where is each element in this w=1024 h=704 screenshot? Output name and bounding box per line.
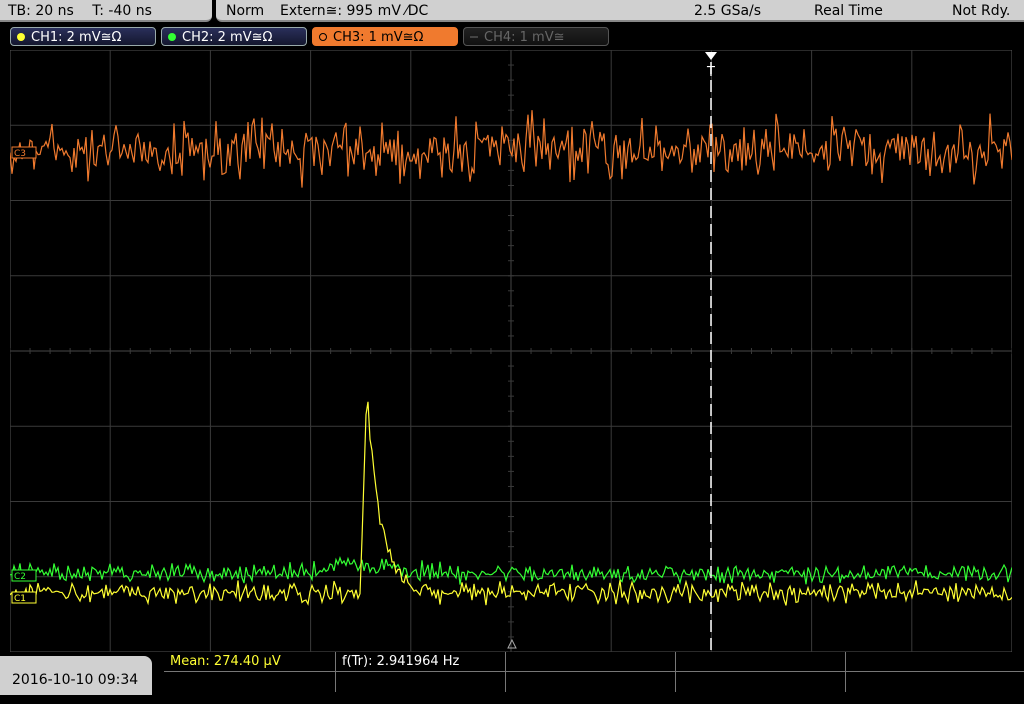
trigger-marker-label: T: [706, 65, 715, 80]
measurement-slot-9[interactable]: [676, 672, 846, 692]
measurement-slot-8[interactable]: [506, 672, 676, 692]
acquisition-mode-label[interactable]: Real Time: [814, 0, 883, 22]
ch2-offset-label: C2: [14, 572, 26, 582]
measurement-slot-10[interactable]: [846, 672, 1024, 692]
tab-ch4[interactable]: CH4: 1 mV≅: [463, 27, 609, 46]
waveform-canvas[interactable]: T C3 C2 C1: [10, 50, 1012, 652]
measurement-panel[interactable]: Mean: 274.40 µV f(Tr): 2.941964 Hz: [164, 652, 1024, 695]
run-status-label: Not Rdy.: [952, 3, 1011, 19]
trigger-mode-label[interactable]: Norm: [226, 0, 264, 22]
sample-rate-label[interactable]: 2.5 GSa/s: [694, 0, 761, 22]
ch4-indicator-icon: [470, 36, 478, 38]
tab-ch3-label: CH3: 1 mV≅Ω: [333, 30, 424, 45]
timebase-label[interactable]: TB: 20 ns: [8, 3, 74, 19]
datetime-panel: 2016-10-10 09:34: [0, 656, 152, 695]
tab-ch2-label: CH2: 2 mV≅Ω: [182, 30, 273, 45]
ch2-indicator-icon: [168, 33, 176, 41]
measurement-slot-5[interactable]: [846, 652, 1024, 672]
measurement-frequency[interactable]: f(Tr): 2.941964 Hz: [336, 652, 506, 672]
measurement-mean[interactable]: Mean: 274.40 µV: [164, 652, 336, 672]
measurement-slot-7[interactable]: [336, 672, 506, 692]
measurement-slot-3[interactable]: [506, 652, 676, 672]
waveform-display[interactable]: T C3 C2 C1: [10, 50, 1012, 652]
ch3-indicator-icon: [319, 33, 327, 41]
ch1-indicator-icon: [17, 33, 25, 41]
measurement-slot-6[interactable]: [164, 672, 336, 692]
acquisition-panel: Norm Extern≅: 995 mV ⁄DC 2.5 GSa/s Real …: [216, 0, 1024, 22]
measurement-slot-4[interactable]: [676, 652, 846, 672]
ch3-offset-label: C3: [14, 149, 26, 159]
tab-ch1[interactable]: CH1: 2 mV≅Ω: [10, 27, 156, 46]
tab-ch2[interactable]: CH2: 2 mV≅Ω: [161, 27, 307, 46]
trigger-source-label[interactable]: Extern≅: 995 mV ⁄DC: [280, 0, 428, 22]
channel-tabs: CH1: 2 mV≅Ω CH2: 2 mV≅Ω CH3: 1 mV≅Ω CH4:…: [0, 26, 1024, 48]
ch1-offset-label: C1: [14, 594, 26, 604]
status-bar: TB: 20 ns T: -40 ns Norm Extern≅: 995 mV…: [0, 0, 1024, 24]
trigger-time-label[interactable]: T: -40 ns: [92, 3, 152, 19]
tab-ch3[interactable]: CH3: 1 mV≅Ω: [312, 27, 458, 46]
timebase-panel[interactable]: TB: 20 ns T: -40 ns: [0, 0, 212, 22]
tab-ch1-label: CH1: 2 mV≅Ω: [31, 30, 122, 45]
datetime-label: 2016-10-10 09:34: [12, 672, 139, 688]
tab-ch4-label: CH4: 1 mV≅: [484, 30, 565, 45]
